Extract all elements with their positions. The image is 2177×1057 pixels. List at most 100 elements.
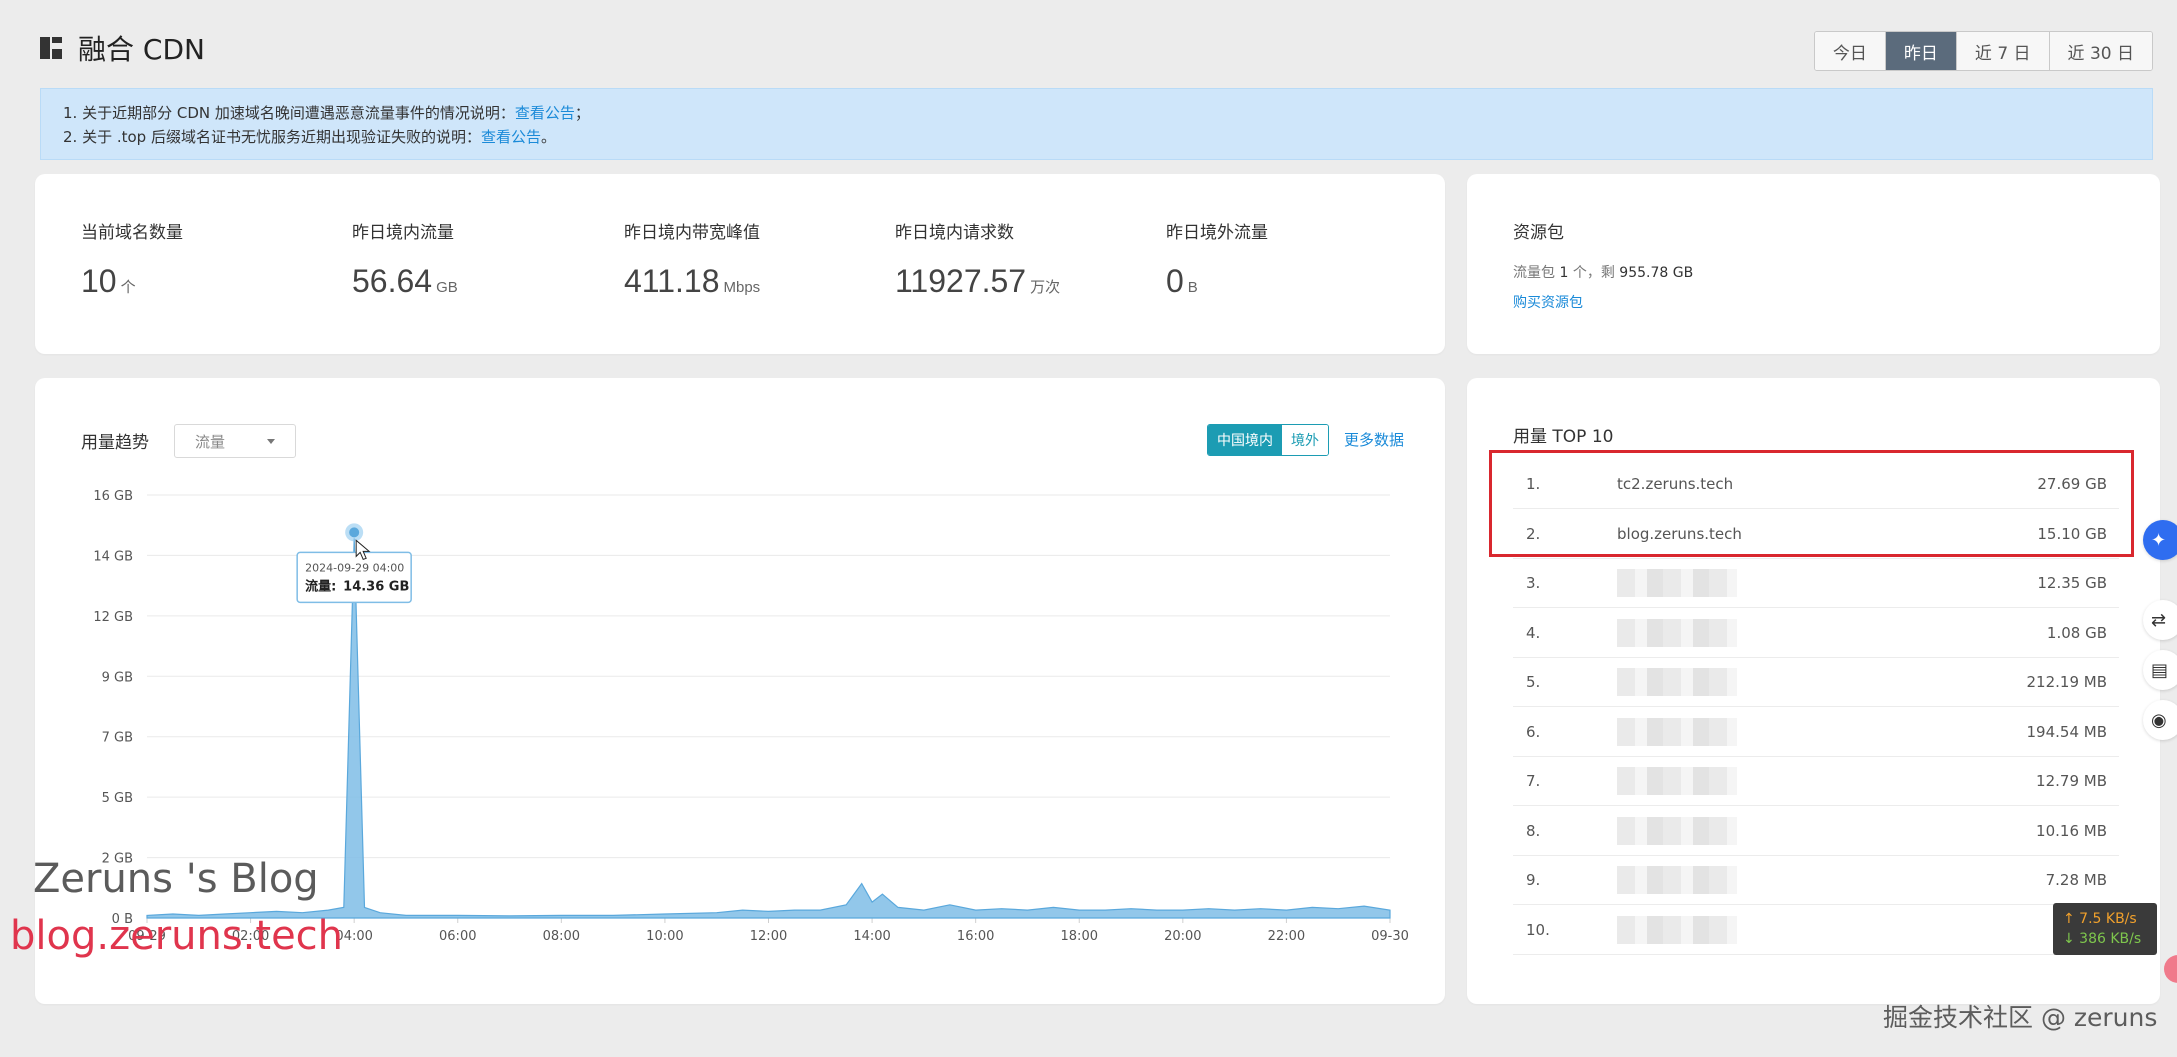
range-today-button[interactable]: 今日 xyxy=(1814,32,1885,70)
top10-usage: 1.08 GB xyxy=(2046,623,2107,642)
redacted-domain xyxy=(1617,866,1737,894)
y-tick-label: 9 GB xyxy=(102,670,133,685)
notice-banner: 1. 关于近期部分 CDN 加速域名晚间遭遇恶意流量事件的情况说明：查看公告； … xyxy=(40,88,2153,160)
date-range-selector: 今日 昨日 近 7 日 近 30 日 xyxy=(1813,31,2153,71)
x-tick-label: 16:00 xyxy=(957,929,994,944)
tooltip-time: 2024-09-29 04:00 xyxy=(305,561,404,574)
usage-chart-card: 0 B2 GB 5 GB 7 GB 9 GB 12 GB 14 GB 16 GB 09-29 0… xyxy=(35,378,1445,1004)
stat-value: 0 xyxy=(1166,263,1184,299)
x-tick-label: 20:00 xyxy=(1164,929,1201,944)
top10-row: 7. 12.79 MB xyxy=(1513,757,2119,806)
watermark-blog-name: Zeruns 's Blog xyxy=(33,856,319,902)
top10-usage: 212.19 MB xyxy=(2026,673,2108,691)
redacted-domain xyxy=(1617,717,1737,746)
redacted-domain xyxy=(1617,915,1737,944)
pack-info: 流量包 1 个，剩 955.78 GB xyxy=(1513,265,1694,281)
range-yesterday-button[interactable]: 昨日 xyxy=(1884,32,1956,70)
top10-rank: 4. xyxy=(1526,623,1541,642)
range-7-days-button[interactable]: 近 7 日 xyxy=(1955,32,2049,70)
x-tick-label: 18:00 xyxy=(1061,929,1098,944)
stat-value: 10 xyxy=(81,263,117,299)
region-overseas-button[interactable]: 境外 xyxy=(1282,425,1328,455)
region-toggle: 中国境内 境外 xyxy=(1207,424,1329,456)
top10-row: 3. 12.35 GB xyxy=(1513,559,2119,608)
top10-rank: 8. xyxy=(1526,821,1541,840)
top10-rank: 9. xyxy=(1526,871,1541,889)
top10-rank: 6. xyxy=(1526,722,1541,741)
top10-usage: 10.16 MB xyxy=(2036,821,2107,840)
y-tick-label: 7 GB xyxy=(102,731,133,746)
x-tick-label: 09-30 xyxy=(1371,929,1409,944)
floating-dot-icon[interactable] xyxy=(2164,955,2177,983)
download-speed: ↓ 386 KB/s xyxy=(2063,931,2142,947)
notice-line-1: 1. 关于近期部分 CDN 加速域名晚间遭遇恶意流量事件的情况说明：查看公告； xyxy=(63,104,590,122)
top10-row: 9. 7.28 MB xyxy=(1513,856,2119,905)
top10-rank: 3. xyxy=(1526,574,1541,592)
notice-line-2: 2. 关于 .top 后缀域名证书无忧服务近期出现验证失败的说明：查看公告。 xyxy=(63,128,556,146)
stat-domestic-traffic: 昨日境内流量 56.64 GB xyxy=(352,223,458,299)
share-icon[interactable]: ⇄ xyxy=(2143,600,2177,640)
redacted-domain xyxy=(1617,569,1737,597)
document-icon[interactable]: ▤ xyxy=(2143,650,2177,690)
page-title: 融合 CDN xyxy=(78,33,205,66)
watermark-blog-url: blog.zeruns.tech xyxy=(10,913,344,959)
redacted-domain xyxy=(1617,767,1737,795)
pack-title: 资源包 xyxy=(1513,223,1564,243)
y-tick-label: 5 GB xyxy=(102,791,133,806)
stat-value: 56.64 xyxy=(352,263,433,299)
page-header: 融合 CDN xyxy=(40,28,205,68)
x-tick-label: 06:00 xyxy=(439,929,476,944)
top10-row: 6. 194.54 MB xyxy=(1513,708,2119,757)
notice-link-2[interactable]: 查看公告 xyxy=(481,128,541,146)
top10-row: 5. 212.19 MB xyxy=(1513,658,2119,707)
top10-title: 用量 TOP 10 xyxy=(1513,427,1614,447)
y-tick-label: 14 GB xyxy=(93,549,133,564)
tooltip-value: 14.36 GB xyxy=(343,579,409,594)
upload-speed: ↑ 7.5 KB/s xyxy=(2063,911,2137,927)
caret-down-icon xyxy=(267,439,275,444)
x-tick-label: 14:00 xyxy=(853,929,890,944)
notice-link-1[interactable]: 查看公告 xyxy=(515,104,575,122)
top10-rank: 10. xyxy=(1526,920,1550,939)
buy-pack-link[interactable]: 购买资源包 xyxy=(1513,292,1583,312)
stat-value: 11927.57 xyxy=(895,263,1027,299)
stat-bandwidth-peak: 昨日境内带宽峰值 411.18 Mbps xyxy=(624,223,761,299)
top10-row: 4. 1.08 GB xyxy=(1513,609,2119,658)
top10-row: 8. 10.16 MB xyxy=(1513,807,2119,856)
x-tick-label: 12:00 xyxy=(750,929,787,944)
stat-domain-count: 当前域名数量 10 个 xyxy=(81,223,183,299)
top10-usage: 7.28 MB xyxy=(2045,871,2107,889)
top10-rank: 5. xyxy=(1526,673,1541,691)
eye-icon[interactable]: ◉ xyxy=(2143,700,2177,740)
x-tick-label: 08:00 xyxy=(543,929,580,944)
stat-overseas-traffic: 昨日境外流量 0B xyxy=(1166,223,1268,299)
watermark-juejin: 掘金技术社区 @ zeruns xyxy=(1883,1003,2158,1032)
x-tick-label: 22:00 xyxy=(1268,929,1305,944)
usage-chart: 0 B2 GB5 GB7 GB9 GB12 GB14 GB16 GB09-29 0… xyxy=(93,489,1409,944)
redacted-domain xyxy=(1617,668,1737,696)
highlight-box xyxy=(1489,450,2134,557)
top10-rank: 7. xyxy=(1526,772,1541,790)
top10-usage: 194.54 MB xyxy=(2026,722,2108,741)
more-data-link[interactable]: 更多数据 xyxy=(1344,429,1404,450)
stat-request-count: 昨日境内请求数 11927.57 万次 xyxy=(895,223,1061,299)
y-tick-label: 12 GB xyxy=(93,610,133,625)
range-30-days-button[interactable]: 近 30 日 xyxy=(2048,32,2152,70)
top10-usage: 12.35 GB xyxy=(2037,574,2107,592)
peak-marker xyxy=(349,527,360,538)
tooltip-label: 流量: xyxy=(305,578,336,594)
dashboard-icon xyxy=(40,37,62,59)
redacted-domain xyxy=(1617,816,1737,845)
chart-title: 用量趋势 xyxy=(81,433,149,453)
stats-card: 当前域名数量 10 个 昨日境内流量 56.64 GB 昨日境内带宽峰值 411.1… xyxy=(35,174,1445,354)
y-tick-label: 16 GB xyxy=(93,489,133,504)
resource-pack-card: 资源包 流量包 1 个，剩 955.78 GB 购买资源包 xyxy=(1467,174,2160,354)
metric-select[interactable]: 流量 xyxy=(174,424,296,458)
assistant-icon[interactable]: ✦ xyxy=(2143,520,2177,560)
stat-value: 411.18 xyxy=(624,263,720,299)
region-domestic-button[interactable]: 中国境内 xyxy=(1208,425,1282,455)
top10-usage: 12.79 MB xyxy=(2036,772,2107,790)
chart-tooltip xyxy=(296,551,412,604)
redacted-domain xyxy=(1617,618,1737,647)
x-tick-label: 10:00 xyxy=(646,929,683,944)
